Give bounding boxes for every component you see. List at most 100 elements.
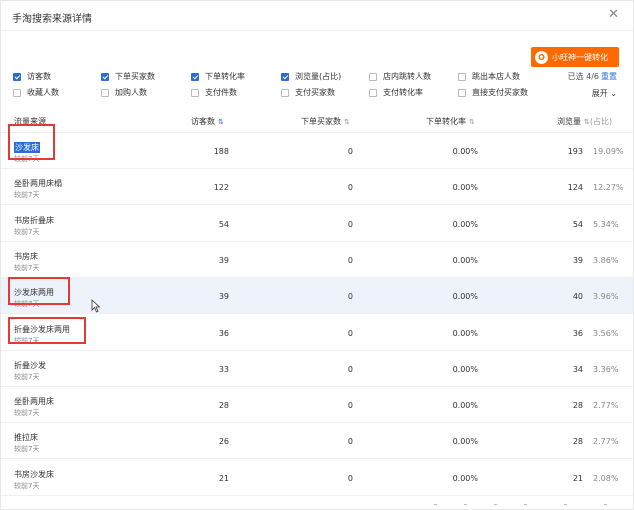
column-pageviews[interactable]: 浏览量 ⇅(占比): [557, 116, 612, 127]
checkbox-icon[interactable]: [191, 88, 199, 97]
expand-label: 展开: [591, 89, 608, 98]
option-store-jump[interactable]: 店内跳转人数: [369, 71, 431, 82]
annotation-box: [8, 124, 55, 160]
option-direct-pay-buyers[interactable]: 直接支付买家数: [458, 87, 528, 98]
conversion-value: 0.00%: [452, 328, 478, 338]
option-pay-conversion[interactable]: 支付转化率: [369, 87, 423, 98]
sort-icon[interactable]: ⇅: [469, 118, 475, 126]
column-label: 浏览量: [557, 117, 581, 126]
visitors-value: 28: [218, 401, 229, 411]
column-conversion[interactable]: 下单转化率 ⇅: [426, 116, 475, 127]
visitors-value: 21: [218, 473, 229, 483]
option-pay-buyers[interactable]: 支付买家数: [281, 87, 335, 98]
table-row[interactable]: 书房沙发床 较前7天 21 0 0.00% 21 2.08%: [1, 459, 633, 496]
pageviews-share: 3.96%: [593, 292, 619, 302]
column-label: 下单买家数: [301, 117, 341, 126]
sort-icon[interactable]: ⇅: [344, 118, 350, 126]
source-keyword[interactable]: 坐卧两用床榻: [14, 178, 62, 189]
reset-link[interactable]: 重置: [601, 72, 617, 81]
option-pageviews[interactable]: 浏览量(占比): [281, 71, 341, 82]
pagination-hint: [1, 497, 633, 510]
buyers-value: 0: [347, 437, 353, 447]
option-favorites[interactable]: 收藏人数: [13, 87, 59, 98]
table-row[interactable]: 推拉床 较前7天 26 0 0.00% 28 2.77%: [1, 423, 633, 460]
pageviews-value: 39: [572, 255, 583, 265]
pageviews-value: 40: [572, 292, 583, 302]
conversion-value: 0.00%: [452, 401, 478, 411]
checkbox-icon[interactable]: [191, 72, 199, 81]
expand-toggle[interactable]: 展开 ⌄: [592, 88, 617, 99]
one-click-convert-button[interactable]: O 小旺神一键转化: [531, 47, 619, 67]
pageviews-share: 2.77%: [593, 437, 619, 447]
pageviews-share: 19.09%: [593, 147, 624, 156]
checkbox-icon[interactable]: [281, 88, 289, 97]
conversion-value: 0.00%: [452, 473, 478, 483]
buyers-value: 0: [347, 328, 353, 338]
visitors-value: 39: [218, 255, 229, 265]
buyers-value: 0: [347, 147, 353, 156]
pageviews-value: 21: [572, 473, 583, 483]
table-row[interactable]: 坐卧两用床榻 较前7天 122 0 0.00% 124 12.27%: [1, 169, 633, 206]
source-keyword[interactable]: 折叠沙发: [14, 360, 46, 371]
checkbox-icon[interactable]: [369, 72, 377, 81]
source-keyword[interactable]: 推拉床: [14, 432, 38, 443]
conversion-value: 0.00%: [452, 219, 478, 229]
option-bounce[interactable]: 跳出本店人数: [458, 71, 520, 82]
table-row[interactable]: 折叠沙发 较前7天 33 0 0.00% 34 3.36%: [1, 350, 633, 387]
sort-icon[interactable]: ⇅: [218, 118, 224, 126]
column-buyers[interactable]: 下单买家数 ⇅: [301, 116, 350, 127]
page-dot: [464, 504, 467, 505]
table-row[interactable]: 坐卧两用床 较前7天 28 0 0.00% 28 2.77%: [1, 387, 633, 424]
option-order-conversion[interactable]: 下单转化率: [191, 71, 245, 82]
chevron-down-icon: ⌄: [607, 89, 617, 98]
option-pay-items[interactable]: 支付件数: [191, 87, 237, 98]
option-order-buyers[interactable]: 下单买家数: [101, 71, 155, 82]
checkbox-icon[interactable]: [13, 72, 21, 81]
buyers-value: 0: [347, 292, 353, 302]
table-row[interactable]: 沙发床 较前7天 188 0 0.00% 193 19.09%: [1, 133, 633, 169]
checkbox-icon[interactable]: [101, 88, 109, 97]
column-visitors[interactable]: 访客数 ⇅: [191, 116, 224, 127]
close-icon[interactable]: ✕: [608, 7, 619, 22]
visitors-value: 122: [213, 183, 229, 193]
checkbox-icon[interactable]: [369, 88, 377, 97]
option-add-cart[interactable]: 加购人数: [101, 87, 147, 98]
compare-label: 较前7天: [14, 227, 40, 236]
source-keyword[interactable]: 坐卧两用床: [14, 396, 54, 407]
checkbox-icon[interactable]: [13, 88, 21, 97]
option-label: 店内跳转人数: [383, 72, 431, 81]
modal-title: 手淘搜索来源详情: [12, 14, 92, 25]
source-keyword[interactable]: 书房床: [14, 251, 38, 262]
checkbox-icon[interactable]: [458, 72, 466, 81]
source-keyword[interactable]: 书房折叠床: [14, 215, 54, 226]
table-row[interactable]: 书房折叠床 较前7天 54 0 0.00% 54 5.34%: [1, 205, 633, 242]
column-share-label: (占比): [589, 117, 613, 126]
traffic-source-detail-modal: 手淘搜索来源详情 ✕ O 小旺神一键转化 访客数 下单买家数 下单转化率 浏览量…: [0, 0, 634, 510]
pageviews-value: 54: [572, 219, 583, 229]
visitors-value: 26: [218, 437, 229, 447]
annotation-box: [8, 277, 70, 305]
checkbox-icon[interactable]: [458, 88, 466, 97]
compare-label: 较前7天: [14, 263, 40, 272]
pageviews-value: 28: [572, 437, 583, 447]
buyers-value: 0: [347, 473, 353, 483]
conversion-value: 0.00%: [452, 255, 478, 265]
conversion-value: 0.00%: [452, 364, 478, 374]
conversion-value: 0.00%: [452, 147, 478, 156]
compare-label: 较前7天: [14, 372, 40, 381]
option-label: 加购人数: [115, 88, 147, 97]
checkbox-icon[interactable]: [101, 72, 109, 81]
option-visitors[interactable]: 访客数: [13, 71, 51, 82]
visitors-value: 188: [213, 147, 229, 156]
compare-label: 较前7天: [14, 409, 40, 418]
option-label: 支付买家数: [295, 88, 335, 97]
checkbox-icon[interactable]: [281, 72, 289, 81]
option-label: 收藏人数: [27, 88, 59, 97]
table-row[interactable]: 折叠沙发床两用 较前7天 36 0 0.00% 36 3.56%: [1, 314, 633, 351]
pageviews-value: 124: [567, 183, 583, 193]
source-keyword[interactable]: 书房沙发床: [14, 469, 54, 480]
buyers-value: 0: [347, 219, 353, 229]
selection-info: 已选 4/6 重置: [568, 71, 617, 82]
table-row[interactable]: 书房床 较前7天 39 0 0.00% 39 3.86%: [1, 241, 633, 278]
option-label: 直接支付买家数: [472, 88, 528, 97]
